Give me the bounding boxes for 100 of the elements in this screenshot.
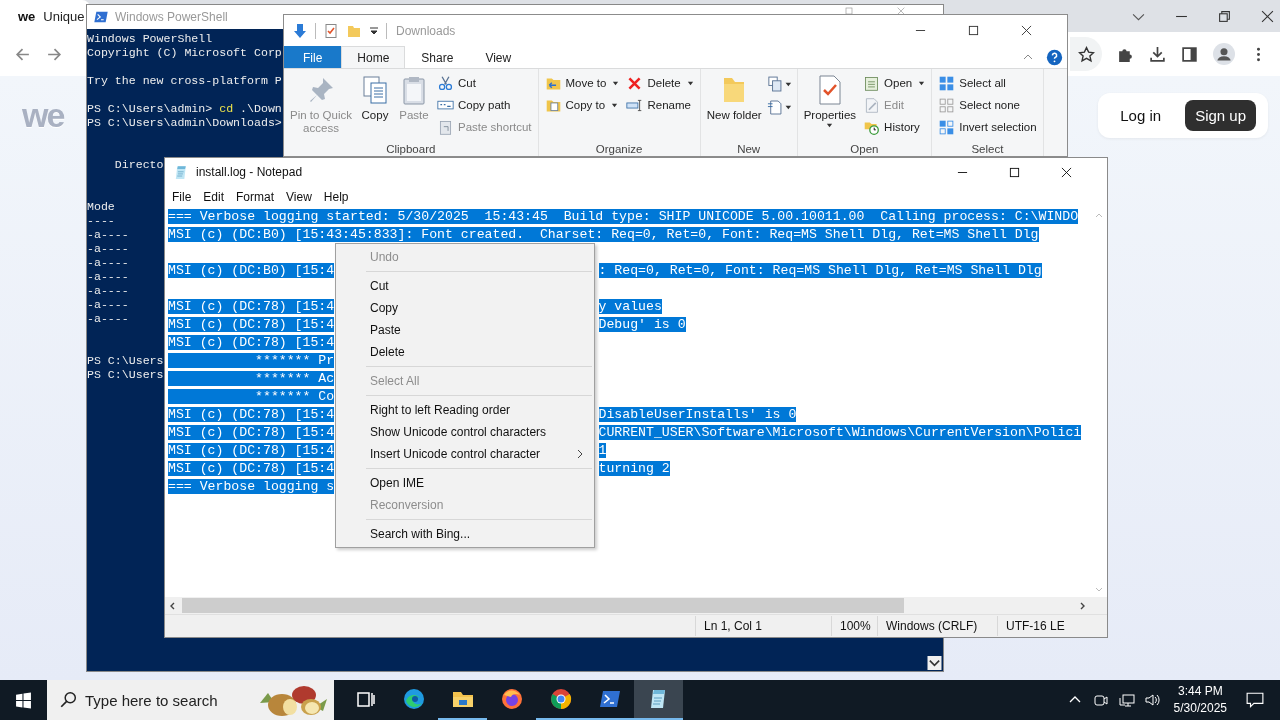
download-arrow-icon[interactable] <box>292 22 308 39</box>
ribbon-button[interactable]: Properties <box>801 71 859 142</box>
notifications-icon[interactable] <box>1246 691 1264 709</box>
ribbon-group-label: Clipboard <box>385 142 437 156</box>
menu-item[interactable]: Cut <box>336 275 594 297</box>
clipboard-icon <box>437 118 454 136</box>
restore-icon[interactable] <box>1218 9 1231 23</box>
ribbon-button[interactable]: New folder <box>704 71 764 142</box>
taskbar-app[interactable] <box>634 680 683 720</box>
menu-item[interactable]: Open IME <box>336 472 594 494</box>
search-field[interactable]: Type here to search <box>47 680 334 720</box>
log-text: ******* Pr <box>168 353 335 368</box>
menu-item[interactable]: Right to left Reading order <box>336 399 594 421</box>
menu-item[interactable]: Format <box>231 188 280 206</box>
chevron-right-icon <box>576 449 584 459</box>
search-input[interactable]: Type here to search <box>85 688 245 712</box>
tab-favicon: we <box>18 8 36 24</box>
clock[interactable]: 3:44 PM 5/30/2025 <box>1173 683 1227 717</box>
network-icon[interactable] <box>1118 692 1135 708</box>
search-icon <box>59 691 77 709</box>
copy-items-icon[interactable] <box>766 75 793 94</box>
console-line: ---- <box>87 214 115 227</box>
caret-icon <box>826 122 834 129</box>
menu-item[interactable]: Copy <box>336 297 594 319</box>
menu-item[interactable]: Show Unicode control characters <box>336 421 594 443</box>
ribbon-button[interactable]: Copy path <box>435 95 534 115</box>
select-none-icon <box>938 96 956 114</box>
ribbon-button[interactable]: Delete <box>624 73 696 93</box>
notebook-icon <box>863 74 881 92</box>
side-panel-icon[interactable] <box>1181 45 1198 63</box>
document-check-icon[interactable] <box>323 22 339 39</box>
log-text: turning 2 <box>598 461 670 476</box>
terminal-icon <box>93 9 109 25</box>
browser-tab[interactable]: we Unique <box>0 0 90 32</box>
console-line: Mode <box>87 200 115 213</box>
caret-icon[interactable] <box>369 25 379 36</box>
ribbon-tab[interactable]: File <box>284 46 342 68</box>
log-text: === Verbose logging s <box>168 479 335 494</box>
console-argument: .\Down <box>240 102 282 115</box>
bookmark-star-icon[interactable] <box>1078 45 1095 63</box>
status-field: Ln 1, Col 1 <box>695 616 831 636</box>
browser-icon <box>548 687 573 711</box>
console-line: Try the new cross-platform P <box>87 74 282 87</box>
ribbon-button[interactable]: Select all <box>936 73 1039 93</box>
log-text: MSI (c) (DC:78) [15:4 <box>168 299 335 314</box>
tab-title: Unique <box>43 8 85 24</box>
console-line: -a---- <box>87 298 129 311</box>
close-icon[interactable] <box>1021 25 1032 36</box>
menu-item[interactable]: File <box>167 188 197 206</box>
help-icon[interactable] <box>1046 48 1063 66</box>
ribbon-group-label: New <box>736 142 762 156</box>
ribbon-group-label: Organize <box>594 142 644 156</box>
download-icon[interactable] <box>1149 45 1166 63</box>
scrollbar-thumb[interactable] <box>182 598 904 613</box>
scroll-down-icon[interactable] <box>926 656 943 670</box>
menu-item[interactable]: View <box>281 188 317 206</box>
menu-item[interactable]: Search with Bing... <box>336 523 594 545</box>
ribbon-button[interactable]: Move to <box>542 73 622 93</box>
window-title: install.log - Notepad <box>196 165 303 179</box>
maximize-icon[interactable] <box>968 25 979 36</box>
ribbon-button[interactable]: Open <box>861 73 928 93</box>
console-line: Directo <box>113 158 164 171</box>
menu-item[interactable]: Edit <box>198 188 230 206</box>
ribbon-button[interactable]: Rename <box>624 95 696 115</box>
ribbon-tab[interactable]: Share <box>405 46 470 68</box>
ribbon-button[interactable]: Invert selection <box>936 117 1039 137</box>
log-text: MSI (c) (DC:78) [15:4 <box>168 425 335 440</box>
new-item-icon[interactable] <box>766 98 793 117</box>
log-text: ******* Ac <box>168 371 335 386</box>
ribbon-button[interactable]: History <box>861 117 928 137</box>
ribbon-button[interactable]: Copy to <box>542 95 622 115</box>
log-text: === Verbose logging started: 5/30/2025 15:43:45 Build type: SHIP UNICODE 5.00.10011.00 Calling process: C:\WINDO <box>168 209 1079 224</box>
window-title: Windows PowerShell <box>115 10 228 24</box>
volume-icon[interactable] <box>1144 692 1161 708</box>
start-icon[interactable] <box>15 691 32 709</box>
menu-item[interactable]: Delete <box>336 341 594 363</box>
profile-icon[interactable] <box>1213 43 1235 65</box>
ribbon-button[interactable]: Cut <box>435 73 534 93</box>
menu-item[interactable]: Paste <box>336 319 594 341</box>
close-icon[interactable] <box>1261 9 1274 23</box>
close-icon[interactable] <box>1061 166 1072 178</box>
log-text: DisableUserInstalls' is 0 <box>598 407 797 422</box>
log-text: 1 <box>598 443 607 458</box>
menu-item[interactable]: Insert Unicode control character <box>336 443 594 465</box>
log-text: CURRENT_USER\Software\Microsoft\Windows\CurrentVersion\Polici <box>598 425 1082 440</box>
ribbon-button[interactable]: Copy <box>357 71 393 142</box>
scissors-icon <box>437 74 454 92</box>
address-bar[interactable] <box>1070 37 1102 71</box>
menu-item[interactable]: Help <box>318 188 354 206</box>
signup-button[interactable]: Sign up <box>1185 100 1256 131</box>
ribbon-tab[interactable]: View <box>469 46 528 68</box>
clock-date: 5/30/2025 <box>1173 700 1227 717</box>
console-line: -a---- <box>87 228 129 241</box>
camera-icon[interactable] <box>1092 692 1109 708</box>
console-line: PS C:\Users <box>87 368 164 381</box>
fox-browser-icon <box>499 687 524 711</box>
ribbon-button[interactable]: Select none <box>936 95 1039 115</box>
ribbon-group-label: Open <box>849 142 880 156</box>
ribbon-tab[interactable]: Home <box>341 46 406 68</box>
maximize-icon[interactable] <box>1009 166 1020 178</box>
